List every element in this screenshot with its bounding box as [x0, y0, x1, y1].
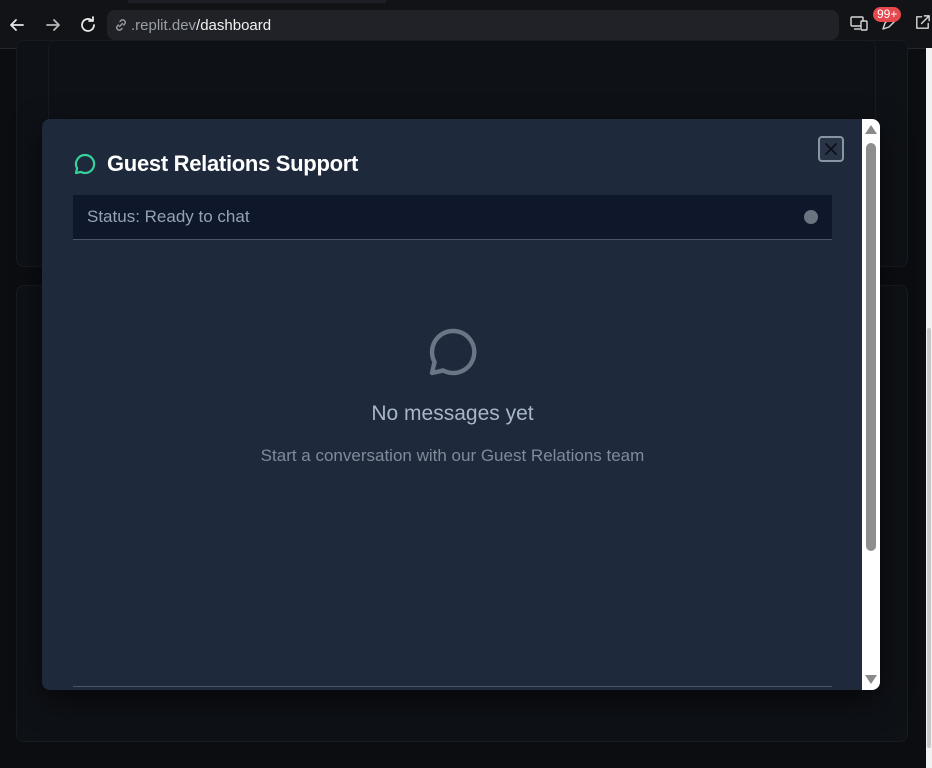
close-icon: [825, 143, 837, 155]
devices-icon: [850, 16, 868, 31]
url-host: .replit.dev: [131, 16, 197, 34]
link-icon: [113, 17, 129, 33]
address-bar[interactable]: .replit.dev/dashboard: [107, 10, 839, 40]
open-external-button[interactable]: [913, 13, 932, 36]
page-scrollbar-thumb[interactable]: [927, 328, 931, 748]
reload-icon: [81, 16, 95, 32]
support-chat-modal: Guest Relations Support Status: Ready to…: [42, 119, 880, 690]
page-scrollbar[interactable]: [926, 48, 932, 768]
close-button[interactable]: [818, 136, 844, 162]
modal-scrollbar[interactable]: [862, 119, 880, 690]
empty-messages-state: No messages yet Start a conversation wit…: [73, 324, 832, 466]
modal-title: Guest Relations Support: [107, 151, 359, 176]
modal-content: Guest Relations Support Status: Ready to…: [42, 119, 862, 690]
reload-button[interactable]: [75, 12, 101, 38]
arrow-right-icon: [46, 19, 60, 31]
scroll-up-arrow-icon[interactable]: [865, 125, 877, 134]
url-path: /dashboard: [196, 16, 272, 34]
empty-subtitle: Start a conversation with our Guest Rela…: [260, 446, 645, 465]
back-button[interactable]: [4, 12, 30, 38]
external-link-icon: [916, 15, 930, 29]
status-indicator-dot: [804, 210, 818, 224]
active-tab-indicator: [128, 0, 386, 3]
status-text: Status: Ready to chat: [87, 207, 250, 226]
arrow-left-icon: [10, 19, 24, 31]
chat-bubble-icon: [429, 328, 476, 376]
forward-button[interactable]: [40, 12, 66, 38]
modal-header: Guest Relations Support: [73, 149, 358, 179]
modal-scrollbar-thumb[interactable]: [866, 143, 876, 551]
status-bar: Status: Ready to chat: [73, 195, 832, 240]
notification-badge: 99+: [873, 7, 902, 22]
cast-device-button[interactable]: [849, 13, 869, 37]
empty-title: No messages yet: [371, 402, 534, 425]
chat-bubble-icon: [74, 153, 96, 175]
input-area-divider: [73, 686, 832, 687]
scroll-down-arrow-icon[interactable]: [865, 675, 877, 684]
